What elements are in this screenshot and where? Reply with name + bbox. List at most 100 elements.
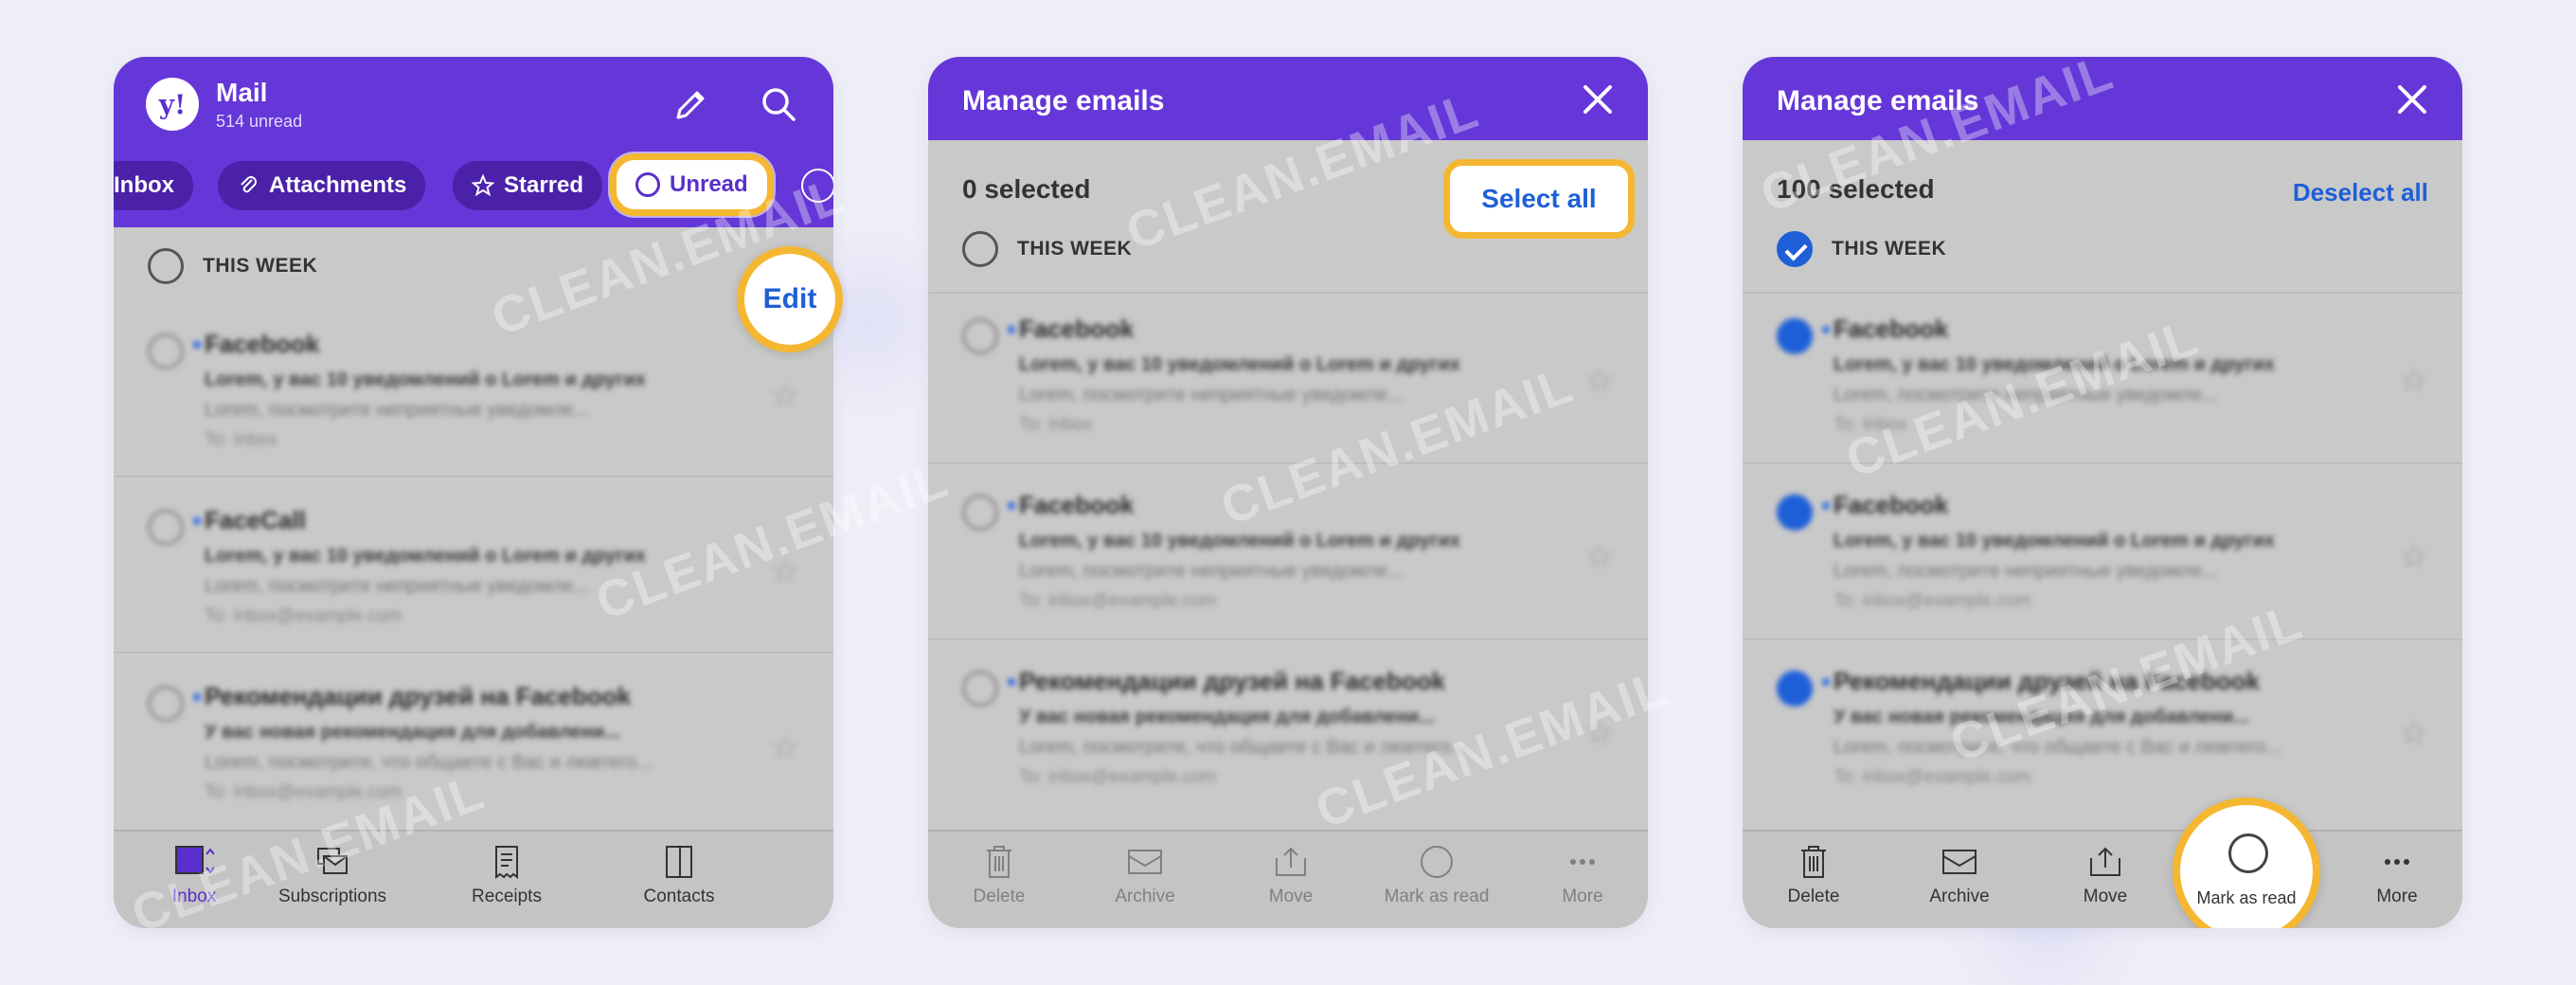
select-checkbox[interactable] bbox=[1777, 671, 1813, 707]
recipient: To: inbox@example.com bbox=[1834, 767, 2031, 787]
chip-label: Starred bbox=[504, 172, 584, 198]
star-icon[interactable]: ☆ bbox=[771, 729, 799, 767]
list-item[interactable]: FaceCall Lorem, y вас 10 уведомлений о L… bbox=[148, 498, 799, 640]
sender: Facebook bbox=[1019, 491, 1135, 519]
select-checkbox[interactable] bbox=[962, 494, 998, 530]
action-delete[interactable]: Delete bbox=[928, 843, 1070, 907]
action-label: Move bbox=[1268, 886, 1314, 906]
star-icon[interactable]: ☆ bbox=[1585, 538, 1614, 576]
edit-button[interactable]: Edit bbox=[737, 246, 843, 352]
nav-inbox[interactable]: Inbox bbox=[123, 843, 265, 907]
filter-chip-attachments[interactable]: Attachments bbox=[218, 161, 426, 210]
trash-icon bbox=[987, 846, 1011, 878]
action-move[interactable]: Move bbox=[2034, 843, 2176, 907]
nav-receipts[interactable]: Receipts bbox=[436, 843, 578, 907]
search-icon[interactable] bbox=[758, 83, 799, 125]
unread-dot-icon bbox=[1008, 502, 1015, 510]
mail-inbox-panel: y! Mail 514 unread Inbox Attachments Sta… bbox=[114, 57, 833, 928]
archive-icon bbox=[1942, 850, 1977, 874]
trash-icon bbox=[1801, 846, 1826, 878]
app-title: Mail bbox=[216, 78, 268, 107]
divider bbox=[928, 462, 1648, 464]
action-more[interactable]: More bbox=[1512, 843, 1648, 907]
select-all-button[interactable]: Select all bbox=[1443, 159, 1635, 239]
nav-contacts[interactable]: Contacts bbox=[608, 843, 750, 907]
contacts-icon bbox=[666, 846, 692, 878]
filter-chip-inbox[interactable]: Inbox bbox=[114, 161, 193, 210]
inbox-icon bbox=[175, 846, 214, 874]
action-bar: Delete Archive Move Mark as read More bbox=[928, 830, 1648, 928]
star-icon bbox=[472, 174, 494, 197]
star-icon[interactable]: ☆ bbox=[771, 377, 799, 415]
select-section-checkbox[interactable] bbox=[1777, 231, 1813, 267]
subscriptions-icon bbox=[317, 848, 348, 874]
select-section-checkbox[interactable] bbox=[962, 231, 998, 267]
star-icon[interactable]: ☆ bbox=[1585, 362, 1614, 400]
filter-chip-unread[interactable]: Unread bbox=[610, 153, 774, 216]
action-archive[interactable]: Archive bbox=[1074, 843, 1216, 907]
list-item[interactable]: Facebook Lorem, y вас 10 уведомлений о L… bbox=[962, 307, 1614, 449]
list-item[interactable]: Facebook Lorem, y вас 10 уведомлений о L… bbox=[962, 483, 1614, 625]
deselect-all-button[interactable]: Deselect all bbox=[2293, 178, 2428, 207]
more-chips-icon[interactable] bbox=[801, 169, 833, 203]
unread-dot-icon bbox=[1008, 678, 1015, 686]
subject: Lorem, y вас 10 уведомлений о Lorem и др… bbox=[1019, 354, 1460, 375]
star-icon[interactable]: ☆ bbox=[2400, 362, 2428, 400]
action-delete[interactable]: Delete bbox=[1743, 843, 1885, 907]
action-label: Archive bbox=[1929, 886, 1990, 906]
preview: Lorem, посмотрите неприятные уведомле... bbox=[1019, 561, 1404, 582]
subject: Lorem, y вас 10 уведомлений о Lorem и др… bbox=[205, 546, 646, 566]
close-icon[interactable] bbox=[1582, 83, 1614, 116]
list-item[interactable]: Facebook Lorem, y вас 10 уведомлений о L… bbox=[1777, 307, 2428, 449]
circle-icon bbox=[635, 172, 660, 197]
select-checkbox[interactable] bbox=[148, 333, 184, 369]
filter-chip-starred[interactable]: Starred bbox=[453, 161, 603, 210]
select-checkbox[interactable] bbox=[1777, 494, 1813, 530]
section-row: THIS WEEK bbox=[148, 248, 317, 284]
unread-dot-icon bbox=[193, 341, 201, 349]
subject: Lorem, y вас 10 уведомлений о Lorem и др… bbox=[1834, 354, 2275, 375]
select-checkbox[interactable] bbox=[148, 686, 184, 722]
list-item[interactable]: Рекомендации друзей на Facebook У вас но… bbox=[148, 674, 799, 816]
select-checkbox[interactable] bbox=[1777, 318, 1813, 354]
compose-pencil-icon[interactable] bbox=[671, 83, 712, 125]
sender: Facebook bbox=[205, 330, 320, 358]
unread-dot-icon bbox=[1008, 326, 1015, 333]
list-item[interactable]: Рекомендации друзей на Facebook У вас но… bbox=[1777, 659, 2428, 801]
divider bbox=[928, 292, 1648, 294]
action-more[interactable]: More bbox=[2326, 843, 2462, 907]
unread-dot-icon bbox=[1822, 502, 1830, 510]
select-section-checkbox[interactable] bbox=[148, 248, 184, 284]
list-item[interactable]: Facebook Lorem, y вас 10 уведомлений о L… bbox=[148, 322, 799, 464]
star-icon[interactable]: ☆ bbox=[2400, 714, 2428, 752]
recipient: To: inbox@example.com bbox=[1019, 767, 1217, 787]
mark-as-read-button[interactable]: Mark as read bbox=[2173, 797, 2320, 928]
action-mark-read[interactable]: Mark as read bbox=[1366, 843, 1508, 907]
recipient: To: inbox@example.com bbox=[205, 606, 402, 626]
list-item[interactable]: Facebook Lorem, y вас 10 уведомлений о L… bbox=[1777, 483, 2428, 625]
star-icon[interactable]: ☆ bbox=[1585, 714, 1614, 752]
star-icon[interactable]: ☆ bbox=[2400, 538, 2428, 576]
sender: Рекомендации друзей на Facebook bbox=[205, 682, 632, 710]
sender: Facebook bbox=[1019, 314, 1135, 343]
nav-label: Inbox bbox=[171, 886, 217, 906]
star-icon[interactable]: ☆ bbox=[771, 553, 799, 591]
section-row: THIS WEEK bbox=[962, 231, 1132, 267]
action-archive[interactable]: Archive bbox=[1888, 843, 2030, 907]
preview: Lorem, посмотрите неприятные уведомле... bbox=[205, 576, 589, 597]
divider bbox=[114, 475, 833, 477]
select-checkbox[interactable] bbox=[962, 671, 998, 707]
list-item[interactable]: Рекомендации друзей на Facebook У вас но… bbox=[962, 659, 1614, 801]
recipient: To: Inbox bbox=[1834, 415, 1907, 435]
circle-icon bbox=[2228, 833, 2268, 873]
preview: Lorem, посмотрите неприятные уведомле... bbox=[1834, 561, 2218, 582]
close-icon[interactable] bbox=[2396, 83, 2428, 116]
mail-header: y! Mail 514 unread Inbox Attachments Sta… bbox=[114, 57, 833, 227]
manage-header: Manage emails bbox=[928, 57, 1648, 140]
nav-subscriptions[interactable]: Subscriptions bbox=[261, 843, 403, 907]
select-checkbox[interactable] bbox=[148, 510, 184, 546]
divider bbox=[1743, 462, 2462, 464]
select-checkbox[interactable] bbox=[962, 318, 998, 354]
more-dots-icon bbox=[1570, 859, 1595, 865]
action-move[interactable]: Move bbox=[1220, 843, 1362, 907]
